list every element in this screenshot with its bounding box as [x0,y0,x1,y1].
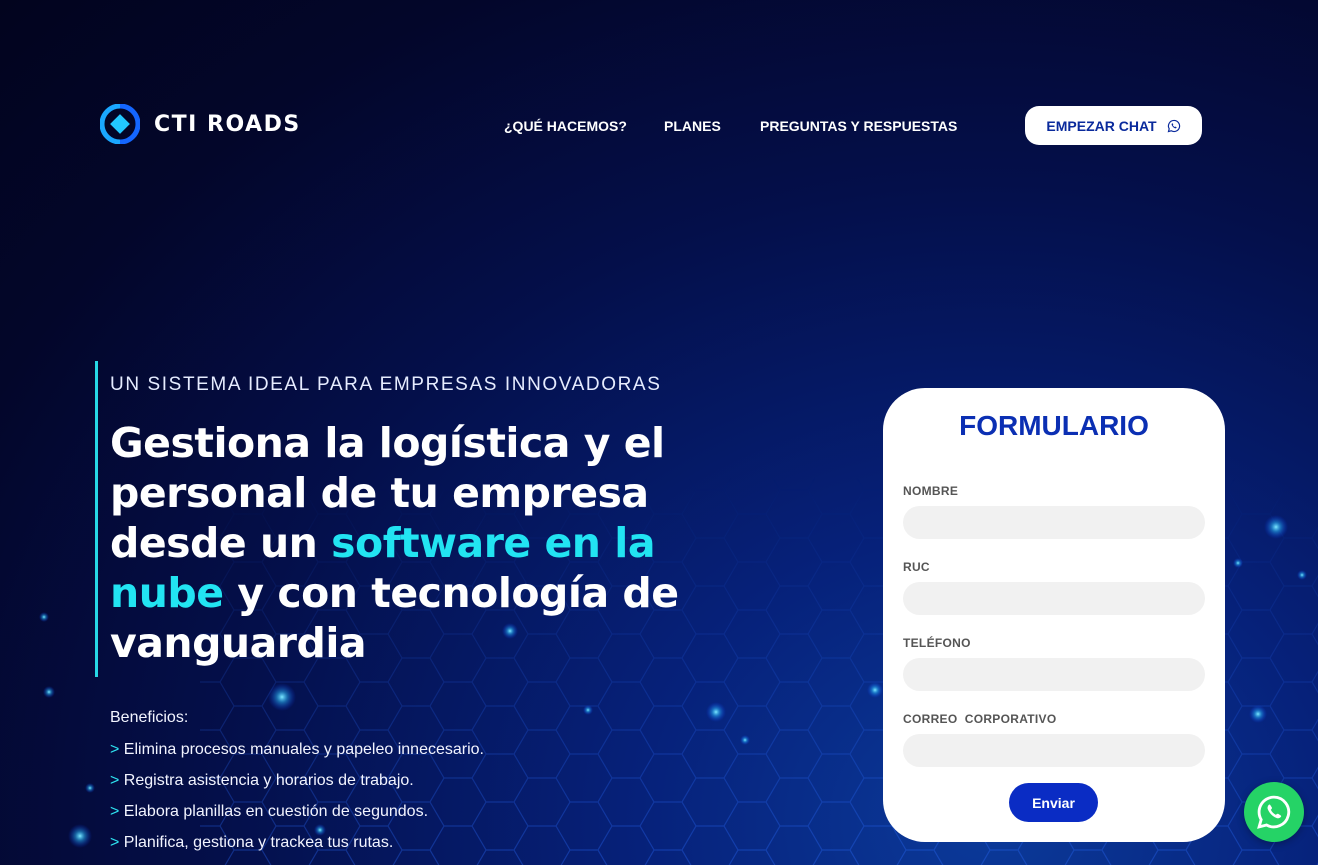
submit-button[interactable]: Enviar [1009,783,1098,822]
ruc-label: RUC [903,560,930,574]
hero-headline: Gestiona la logística y el personal de t… [110,418,730,668]
benefits-title: Beneficios: [110,709,189,726]
brand-name: CTI ROADS [154,111,301,137]
name-input[interactable] [903,506,1205,539]
hero-eyebrow: UN SISTEMA IDEAL PARA EMPRESAS INNOVADOR… [110,374,662,395]
bullet-arrow: > [110,772,120,789]
cti-roads-logo-icon [100,104,140,144]
benefit-item: > Elimina procesos manuales y papeleo in… [110,741,484,759]
nav-item-preguntas-y-respuestas[interactable]: PREGUNTAS Y RESPUESTAS [760,118,957,134]
ruc-input[interactable] [903,582,1205,615]
benefit-text: Elabora planillas en cuestión de segundo… [123,803,429,820]
corporate-email-label: CORREO CORPORATIVO [903,712,1057,726]
bullet-arrow: > [110,803,120,820]
benefit-item: > Elabora planillas en cuestión de segun… [110,803,484,821]
benefit-item: > Planifica, gestiona y trackea tus ruta… [110,834,484,852]
brand-logo[interactable]: CTI ROADS [100,104,301,144]
whatsapp-icon [1167,119,1180,132]
benefits-list: Beneficios: > Elimina procesos manuales … [110,709,484,865]
bullet-arrow: > [110,741,120,758]
start-chat-button[interactable]: EMPEZAR CHAT [1025,106,1202,145]
nav-item-planes[interactable]: PLANES [664,118,721,134]
phone-input[interactable] [903,658,1205,691]
contact-form-card: FORMULARIO NOMBRE RUC TELÉFONO CORREO CO… [883,388,1225,842]
nav-item-que-hacemos[interactable]: ¿QUÉ HACEMOS? [504,118,627,134]
whatsapp-icon [1257,795,1291,829]
benefit-item: > Registra asistencia y horarios de trab… [110,772,484,790]
benefit-text: Planifica, gestiona y trackea tus rutas. [123,834,394,851]
benefit-text: Elimina procesos manuales y papeleo inne… [123,741,484,758]
start-chat-label: EMPEZAR CHAT [1046,117,1157,134]
benefit-text: Registra asistencia y horarios de trabaj… [123,772,414,789]
hero-accent-bar [95,361,98,677]
bullet-arrow: > [110,834,120,851]
form-title: FORMULARIO [959,410,1149,441]
whatsapp-float-button[interactable] [1244,782,1304,842]
name-label: NOMBRE [903,484,959,498]
phone-label: TELÉFONO [903,636,971,650]
corporate-email-input[interactable] [903,734,1205,767]
